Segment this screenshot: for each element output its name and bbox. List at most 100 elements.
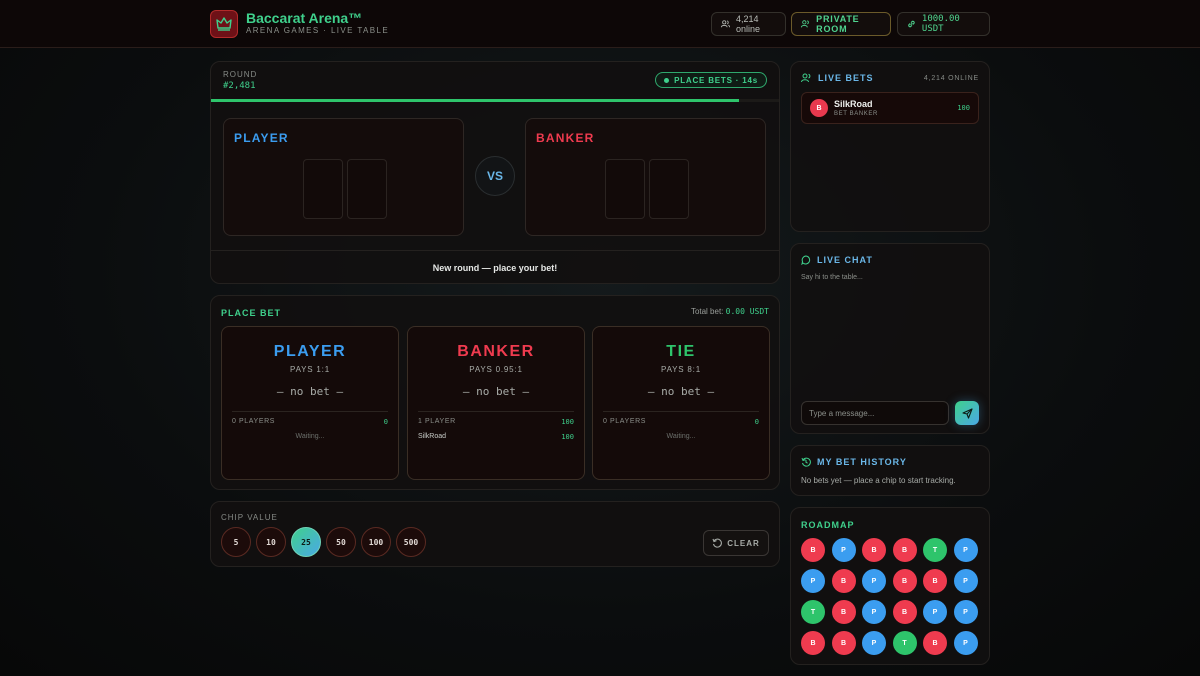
roadmap-cell: P [923,600,947,624]
bet-option-amount: — no bet — [647,385,715,398]
bet-option-pays: PAYS 0.95:1 [469,365,523,374]
total-bet-label: Total bet: [690,307,724,316]
divider [232,411,388,412]
roadmap-cell: P [862,569,886,593]
online-count-text: 4,214 online [735,14,760,34]
roadmap-cell: B [923,569,947,593]
chip-value-label: CHIP VALUE [221,513,278,522]
player-card-slot [303,159,343,219]
bet-option-total: 100 [561,418,574,426]
bet-option-pays: PAYS 1:1 [290,365,330,374]
chip-25[interactable]: 25 [291,527,321,557]
roadmap-cell: B [801,631,825,655]
chip-panel: CHIP VALUE 5 10 25 50 100 500 CLEAR [210,501,780,567]
chip-50[interactable]: 50 [326,527,356,557]
chat-hint: Say hi to the table... [801,274,863,281]
bet-option-name: PLAYER [273,343,347,360]
roadmap-cell: P [953,538,978,562]
roadmap-cell: P [953,569,978,593]
users-icon [801,73,811,83]
bet-history-panel: MY BET HISTORY No bets yet — place a chi… [790,445,990,496]
place-bets-status-badge: PLACE BETS · 14s [655,72,767,88]
chip-500[interactable]: 500 [396,527,426,557]
bet-option-banker[interactable]: BANKER PAYS 0.95:1 — no bet — 1 PLAYER 1… [407,326,585,480]
roadmap-panel: ROADMAP BPBBTPPBPBBPTBPBPPBBPTBP [790,507,990,665]
roadmap-cell: T [923,538,947,562]
link-icon [908,20,915,28]
banker-card-slot [605,159,645,219]
status-dot-icon [664,77,670,83]
history-icon [801,457,811,467]
live-bets-online: 4,214 ONLINE [923,75,979,82]
live-bets-header: LIVE BETS [801,73,874,83]
round-number: #2,481 [223,81,256,91]
bet-option-waiting: Waiting... [295,433,325,440]
player-hand-title: PLAYER [234,131,289,145]
users-icon [801,20,809,28]
crown-logo-icon [210,10,238,38]
place-bet-title: PLACE BET [221,308,282,318]
roadmap-cell: B [831,569,856,593]
chat-bubble-icon [801,255,811,265]
round-message: New round — place your bet! [211,250,779,284]
bet-option-player[interactable]: PLAYER PAYS 1:1 — no bet — 0 PLAYERS 0 W… [221,326,399,480]
chat-message-input[interactable] [801,401,949,425]
roadmap-cell: B [831,600,856,624]
round-progress-bar [211,99,779,102]
live-bet-item: B SilkRoad BET BANKER 100 [801,92,979,124]
roadmap-cell: T [801,600,825,624]
live-bet-sub: BET BANKER [834,111,878,117]
bet-option-total: 0 [383,418,388,426]
clear-button[interactable]: CLEAR [703,530,769,556]
bet-option-players: 1 PLAYER [418,418,456,425]
roadmap-cell: B [923,631,947,655]
bet-option-players: 0 PLAYERS [232,418,276,425]
live-chat-header: LIVE CHAT [801,255,873,265]
chip-100[interactable]: 100 [361,527,391,557]
player-hand: PLAYER [223,118,464,236]
divider [603,411,759,412]
roadmap-cell: B [892,538,917,562]
bet-option-tie[interactable]: TIE PAYS 8:1 — no bet — 0 PLAYERS 0 Wait… [592,326,770,480]
banker-card-slot [649,159,689,219]
banker-hand: BANKER [525,118,766,236]
send-message-button[interactable] [955,401,979,425]
top-header: Baccarat Arena™ ARENA GAMES · LIVE TABLE… [0,0,1200,48]
chip-10[interactable]: 10 [256,527,286,557]
roadmap-cell: P [801,569,825,593]
live-chat-panel: LIVE CHAT Say hi to the table... [790,243,990,434]
bettor-amount: 100 [561,433,574,441]
banker-hand-title: BANKER [536,131,595,145]
brand-subtitle: ARENA GAMES · LIVE TABLE [246,26,390,35]
round-label: ROUND [223,70,258,79]
live-bet-name: SilkRoad [834,99,873,109]
player-card-slot [347,159,387,219]
bet-option-players: 0 PLAYERS [603,418,647,425]
brand-title: Baccarat Arena™ [246,10,363,26]
divider [418,411,574,412]
roadmap-cell: B [862,538,886,562]
round-panel: ROUND #2,481 PLACE BETS · 14s PLAYER VS … [210,61,780,284]
roadmap-cell: B [892,600,917,624]
roadmap-title: ROADMAP [801,520,855,530]
bet-history-header: MY BET HISTORY [801,457,907,467]
chip-5[interactable]: 5 [221,527,251,557]
live-bets-title: LIVE BETS [818,73,874,83]
live-bets-panel: LIVE BETS 4,214 ONLINE B SilkRoad BET BA… [790,61,990,232]
private-room-button[interactable]: PRIVATE ROOM [791,12,891,36]
roadmap-cell: P [953,600,978,624]
vs-badge: VS [475,156,515,196]
roadmap-cell: B [831,631,856,655]
round-progress-fill [211,99,740,102]
bet-option-pays: PAYS 8:1 [661,365,701,374]
roadmap-cell: B [892,569,917,593]
bet-option-amount: — no bet — [276,385,344,398]
private-room-label: PRIVATE ROOM [816,14,860,34]
roadmap-cell: P [862,631,886,655]
balance-pill[interactable]: 1000.00 USDT [897,12,990,36]
live-bet-amount: 100 [957,104,970,112]
bet-option-name: BANKER [457,343,535,360]
send-icon [961,407,973,419]
balance-text: 1000.00 USDT [921,14,960,34]
place-bet-panel: PLACE BET Total bet: 0.00 USDT PLAYER PA… [210,295,780,490]
